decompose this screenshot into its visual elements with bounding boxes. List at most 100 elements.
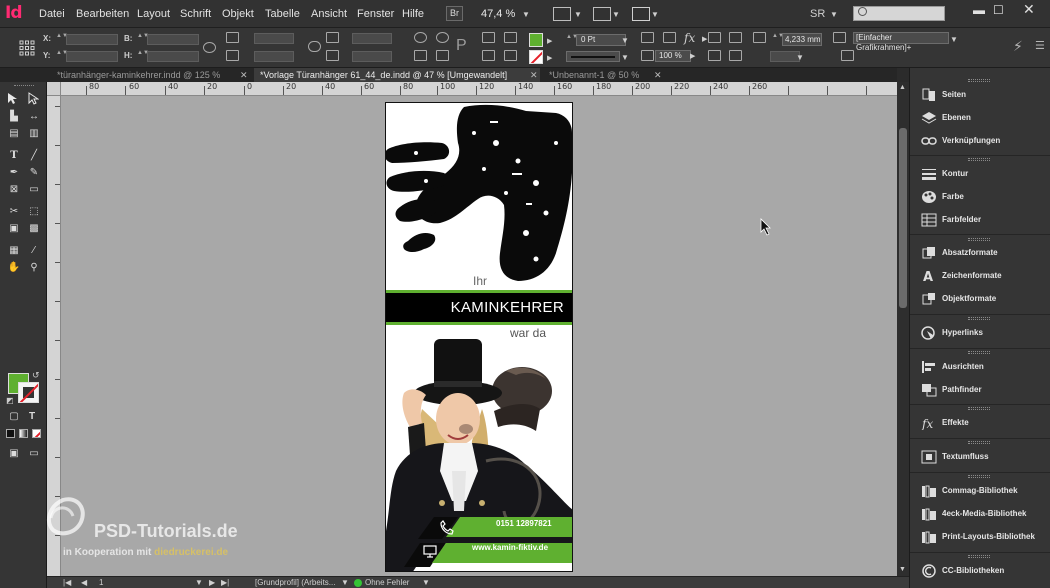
rectangle-frame-tool-icon[interactable]: ⊠ [6,182,22,196]
profile-dropdown-icon[interactable]: ▼ [341,578,349,587]
scale-x-field[interactable] [254,33,294,44]
stroke-color-swatch[interactable] [18,382,39,403]
headline[interactable]: KAMINKEHRER [451,299,564,316]
panel-textumfluss[interactable]: Textumfluss [913,447,1049,468]
phone-number[interactable]: 0151 12897821 [496,519,552,528]
bridge-button[interactable]: Br [446,6,463,21]
menu-hilfe[interactable]: Hilfe [402,8,424,20]
view-options-icon[interactable] [553,7,571,21]
workspace-switcher[interactable]: SR [810,8,825,20]
apply-none-icon[interactable] [32,429,41,438]
select-previous-icon[interactable] [482,50,495,61]
maximize-button[interactable]: ☐ [993,3,1004,17]
constrain-proportions-icon[interactable] [203,42,216,53]
chevron-down-icon[interactable]: ▼ [830,10,838,19]
stroke-swatch[interactable] [529,50,543,64]
object-style-icon[interactable] [833,32,846,43]
next-page-icon[interactable]: ▶ [209,578,215,587]
object-style-select[interactable]: [Einfacher Grafikrahmen]+ [853,32,949,52]
type-tool-icon[interactable]: T [6,148,22,162]
clear-overrides-icon[interactable] [841,50,854,61]
panel-print-layouts-bibliothek[interactable]: Print-Layouts-Bibliothek [913,527,1049,548]
search-input[interactable] [853,6,945,21]
panel-grip[interactable] [968,407,990,410]
panel-ebenen[interactable]: Ebenen [913,108,1049,129]
chevron-down-icon[interactable]: ▼ [796,53,804,62]
reference-point-icon[interactable] [19,40,35,56]
apply-color-icon[interactable] [6,429,15,438]
first-page-icon[interactable]: |◀ [63,578,71,587]
menu-fenster[interactable]: Fenster [357,8,394,20]
stroke-weight-stepper[interactable]: ▲▼ [566,34,578,46]
chevron-down-icon[interactable]: ▼ [612,10,620,19]
shear-angle-icon[interactable] [326,50,339,61]
select-content-icon[interactable] [504,32,517,43]
panel-farbfelder[interactable]: Farbfelder [913,210,1049,231]
menu-ansicht[interactable]: Ansicht [311,8,347,20]
panel-verknuepfungen[interactable]: Verknüpfungen [913,131,1049,152]
chevron-down-icon[interactable]: ▼ [950,35,958,44]
eyedropper-tool-icon[interactable]: ⁄ [26,243,42,257]
scroll-up-icon[interactable]: ▲ [899,84,906,91]
formatting-text-icon[interactable]: T [24,409,40,423]
select-container-icon[interactable] [482,32,495,43]
panel-absatzformate[interactable]: Absatzformate [913,243,1049,264]
preflight-status[interactable]: Ohne Fehler [365,578,409,587]
width-field[interactable] [147,34,199,45]
y-stepper[interactable]: ▲▼ [56,50,68,62]
rotate-field[interactable] [352,33,392,44]
selection-tool-icon[interactable] [7,92,18,105]
shear-field[interactable] [352,51,392,62]
panel-grip[interactable] [968,317,990,320]
lightning-icon[interactable]: ⚡ [1013,38,1023,55]
panel-grip[interactable] [968,441,990,444]
stroke-type-select[interactable] [566,51,620,62]
profile-label[interactable]: [Grundprofil] (Arbeits... [255,578,335,587]
content-placer-icon[interactable]: ▥ [26,126,42,140]
rectangle-tool-icon[interactable]: ▭ [26,182,42,196]
scale-y-icon[interactable] [226,50,239,61]
close-button[interactable]: ✕ [1023,1,1035,18]
zoom-tool-icon[interactable]: ⚲ [26,260,42,274]
p-icon[interactable]: P [456,37,467,55]
pen-tool-icon[interactable]: ✒ [6,165,22,179]
menu-datei[interactable]: Datei [39,8,65,20]
chevron-down-icon[interactable]: ▼ [574,10,582,19]
panel-grip[interactable] [968,79,990,82]
rotate-angle-icon[interactable] [326,32,339,43]
chevron-down-icon[interactable]: ▼ [621,53,629,62]
fit-frame-icon[interactable] [753,32,766,43]
page-number[interactable]: 1 [99,578,103,587]
default-colors-icon[interactable]: ◩ [6,396,14,405]
x-stepper[interactable]: ▲▼ [56,33,68,45]
tab-vorlage-tueranhaenger[interactable]: *Vorlage Türanhänger 61_44_de.indd @ 47 … [254,68,540,82]
reference-size-field[interactable]: 4,233 mm [782,33,822,46]
scale-y-field[interactable] [254,51,294,62]
fx-dropdown-icon[interactable]: ▶ [702,35,707,43]
fx-icon[interactable]: fx [684,31,695,45]
panel-grip[interactable] [968,351,990,354]
opacity-icon[interactable] [641,50,654,61]
panel-grip[interactable] [968,158,990,161]
hand-tool-icon[interactable]: ✋ [6,260,22,274]
height-field[interactable] [147,51,199,62]
last-page-icon[interactable]: ▶| [221,578,229,587]
swap-colors-icon[interactable]: ↺ [32,370,40,381]
previous-page-icon[interactable]: ◀ [81,578,87,587]
panel-pathfinder[interactable]: Pathfinder [913,380,1049,401]
page-tool-icon[interactable]: ▙ [6,109,22,123]
chimney-sweep-photo[interactable] [386,331,573,572]
tab-tueranhaenger-kaminkehrer[interactable]: *türanhänger-kaminkehrer.indd @ 125 % [51,68,251,82]
text-wrap-shape-icon[interactable] [708,50,721,61]
flip-vertical-icon[interactable] [436,50,449,61]
text-wrap-jump-icon[interactable] [729,50,742,61]
normal-view-icon[interactable]: ▣ [6,446,22,460]
panel-grip[interactable] [968,475,990,478]
panel-grip[interactable] [968,238,990,241]
panel-ausrichten[interactable]: Ausrichten [913,357,1049,378]
panel-4eck-media-bibliothek[interactable]: 4eck-Media-Bibliothek [913,504,1049,525]
zoom-level[interactable]: 47,4 % [481,8,515,20]
text-wrap-box-icon[interactable] [729,32,742,43]
panel-commag-bibliothek[interactable]: Commag-Bibliothek [913,481,1049,502]
free-transform-tool-icon[interactable]: ⬚ [26,204,42,218]
